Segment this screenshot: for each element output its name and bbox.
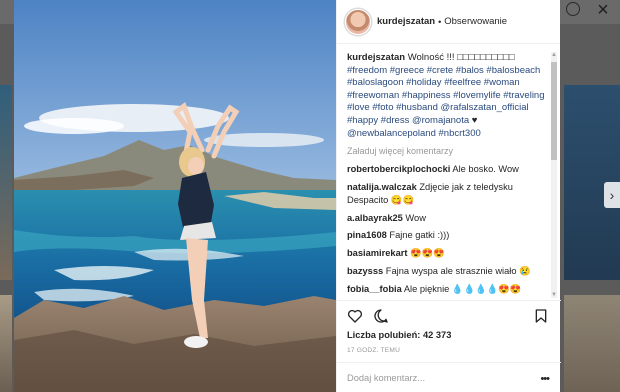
likes-number: 42 373 (422, 330, 452, 340)
comment-username[interactable]: fobia__fobia (347, 284, 402, 294)
speech-bubble-icon[interactable] (373, 308, 389, 324)
post-caption: kurdejszatan Wolność !!! □□□□□□□□□□ #fre… (347, 52, 551, 140)
comment-username[interactable]: bazysss (347, 266, 383, 276)
likes-label: Liczba polubień: (347, 330, 421, 340)
load-more-comments-link[interactable]: Załaduj więcej komentarzy (347, 146, 551, 156)
more-options-icon[interactable]: ••• (540, 373, 550, 385)
comments-list[interactable]: kurdejszatan Wolność !!! □□□□□□□□□□ #fre… (337, 52, 561, 298)
comment-text: Ale bosko. Wow (452, 164, 519, 175)
scroll-down-icon[interactable]: ▼ (551, 292, 557, 298)
comment-text: Ale pięknie 💧💧💧💧😍😍 (403, 283, 522, 294)
add-comment-input[interactable] (347, 372, 527, 383)
post-header: kurdejszatan • Obserwowanie (337, 0, 560, 44)
comment-text: Wow (405, 212, 426, 223)
comment-text: 😍😍😍 (410, 248, 445, 259)
comment-item: bazysss Fajna wyspa ale strasznie wiało … (347, 265, 551, 278)
bookmark-icon[interactable] (533, 308, 549, 324)
comment-username[interactable]: pina1608 (347, 230, 387, 240)
post-details-panel: kurdejszatan • Obserwowanie kurdejszatan… (336, 0, 561, 392)
comment-item: basiamirekart 😍😍😍 (347, 247, 551, 260)
comment-username[interactable]: robertobercikplochocki (347, 164, 450, 174)
comment-text: Fajna wyspa ale strasznie wiało 😢 (385, 265, 531, 276)
separator-dot: • (438, 16, 442, 27)
comment-username[interactable]: basiamirekart (347, 248, 407, 258)
heart-emoji: ♥ (471, 114, 478, 126)
comments-scrollbar[interactable]: ▲ ▼ (551, 52, 557, 298)
follow-status-button[interactable]: Obserwowanie (444, 16, 507, 27)
post-modal: kurdejszatan • Obserwowanie kurdejszatan… (14, 0, 561, 392)
post-photo[interactable] (14, 0, 336, 392)
comment-item: a.albayrak25 Wow (347, 212, 551, 225)
add-comment-bar: ••• (337, 362, 561, 392)
comment-text: Fajne gatki :))) (389, 230, 450, 241)
background-thumbnail (0, 85, 12, 280)
heart-outline-icon[interactable] (347, 308, 363, 324)
comment-item: natalija.walczak Zdjęcie jak z teledysku… (347, 181, 551, 207)
comment-item: fobia__fobia Ale pięknie 💧💧💧💧😍😍 (347, 283, 551, 296)
comment-username[interactable]: natalija.walczak (347, 182, 417, 192)
post-image (14, 0, 336, 392)
post-username[interactable]: kurdejszatan (377, 16, 435, 27)
likes-count[interactable]: Liczba polubień: 42 373 (347, 330, 451, 340)
close-icon[interactable]: × (593, 0, 613, 21)
comment-username[interactable]: a.albayrak25 (347, 213, 403, 223)
avatar[interactable] (345, 8, 371, 35)
background-thumbnail (564, 295, 620, 392)
background-thumbnail (0, 295, 12, 392)
scroll-up-icon[interactable]: ▲ (551, 52, 557, 58)
compass-icon (566, 2, 580, 16)
caption-emoji: □□□□□□□□□□ (457, 52, 515, 63)
post-timestamp[interactable]: 17 GODZ. TEMU (347, 347, 400, 354)
caption-username[interactable]: kurdejszatan (347, 52, 405, 63)
comment-item: pina1608 Fajne gatki :))) (347, 229, 551, 242)
comment-item: robertobercikplochocki Ale bosko. Wow (347, 163, 551, 176)
caption-hashtags[interactable]: #freedom #greece #crete #balos #balosbea… (347, 65, 545, 126)
chevron-right-icon[interactable]: › (604, 182, 620, 208)
caption-text: Wolność !!! (407, 52, 458, 63)
post-actions (337, 300, 561, 328)
scrollbar-thumb[interactable] (551, 62, 557, 160)
caption-mentions[interactable]: @newbalancepoland #nbcrt300 (347, 128, 481, 139)
